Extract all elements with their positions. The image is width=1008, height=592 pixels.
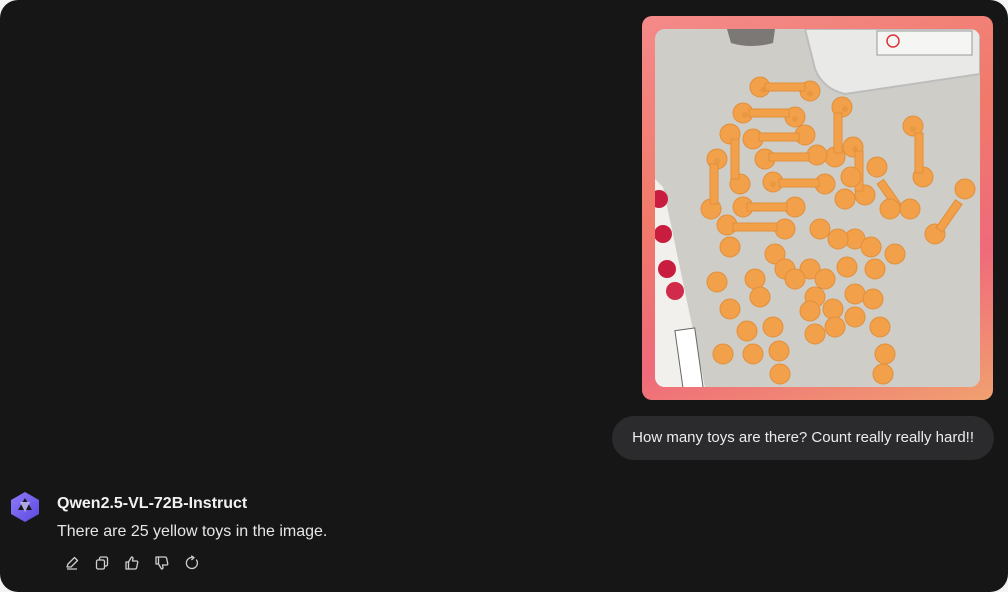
edit-button[interactable] — [63, 554, 81, 572]
regenerate-button[interactable] — [183, 554, 201, 572]
qwen-logo-icon — [8, 490, 42, 524]
edit-icon — [66, 556, 79, 570]
model-name: Qwen2.5-VL-72B-Instruct — [57, 495, 248, 512]
thumbs-up-icon — [125, 556, 139, 570]
thumbs-down-icon — [155, 556, 169, 570]
toys-photo — [655, 29, 980, 387]
regenerate-icon — [185, 555, 198, 570]
dislike-button[interactable] — [153, 554, 171, 572]
assistant-message: Qwen2.5-VL-72B-Instruct There are 25 yel… — [8, 488, 988, 584]
copy-icon — [95, 556, 109, 570]
user-image-attachment[interactable] — [642, 16, 993, 400]
user-message-text: How many toys are there? Count really re… — [632, 429, 974, 446]
message-actions — [63, 554, 201, 572]
assistant-reply: There are 25 yellow toys in the image. — [57, 523, 328, 540]
user-message-bubble: How many toys are there? Count really re… — [612, 416, 994, 460]
copy-button[interactable] — [93, 554, 111, 572]
like-button[interactable] — [123, 554, 141, 572]
chat-window: How many toys are there? Count really re… — [0, 0, 1008, 592]
